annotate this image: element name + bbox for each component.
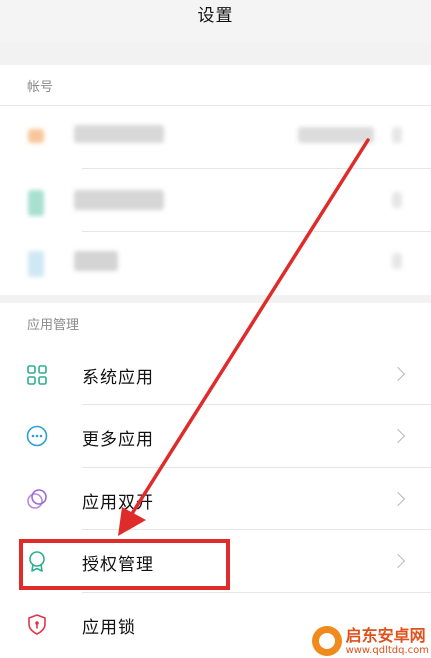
watermark-name: 启东安卓网 <box>345 625 426 645</box>
watermark-url: www.qdltdq.com <box>345 644 429 656</box>
annotation-highlight-box <box>19 539 230 590</box>
watermark-logo-icon <box>311 626 342 656</box>
watermark: 启东安卓网 www.qdltdq.com <box>311 625 429 656</box>
